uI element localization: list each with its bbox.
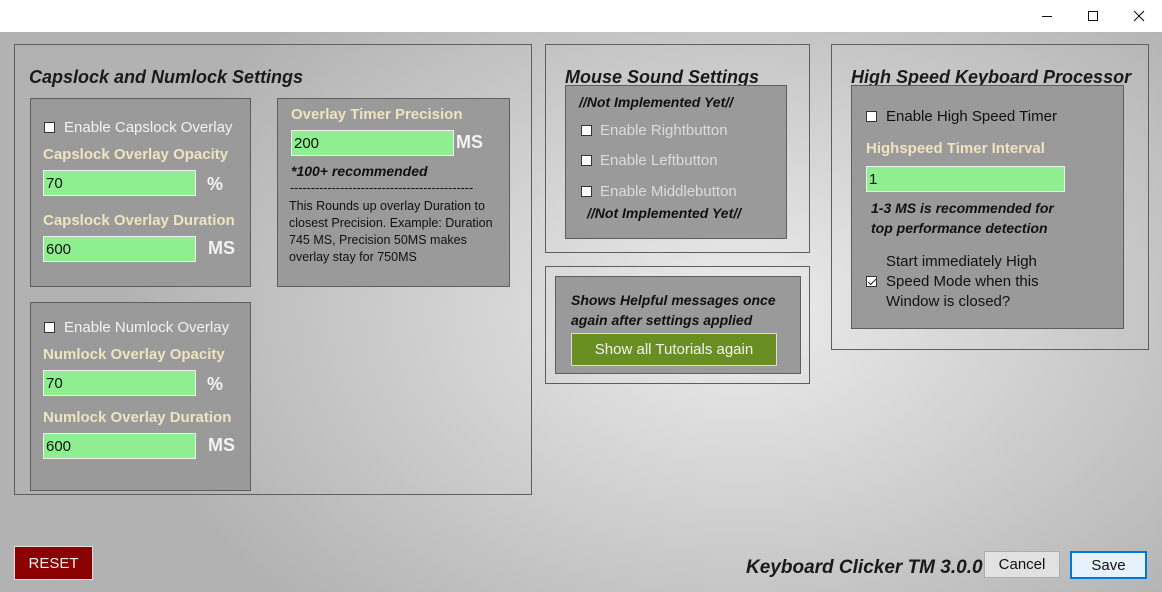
interval-recommend-note: 1-3 MS is recommended for top performanc… <box>871 200 1054 236</box>
minimize-button[interactable] <box>1024 0 1070 32</box>
cancel-button[interactable]: Cancel <box>984 551 1060 578</box>
enable-leftbutton-label[interactable]: Enable Leftbutton <box>600 152 718 169</box>
capslock-opacity-label: Capslock Overlay Opacity <box>43 146 229 163</box>
timer-precision-field[interactable]: 200 <box>291 130 454 156</box>
timer-precision-unit: MS <box>456 132 483 152</box>
mouse-sound-panel: Mouse Sound Settings //Not Implemented Y… <box>545 44 810 253</box>
tutorials-message: Shows Helpful messages once again after … <box>571 292 776 328</box>
enable-middlebutton-checkbox[interactable] <box>581 186 592 197</box>
numlock-duration-label: Numlock Overlay Duration <box>43 409 232 426</box>
enable-high-speed-checkbox[interactable] <box>866 111 877 122</box>
enable-capslock-checkbox[interactable] <box>44 122 55 133</box>
numlock-opacity-unit: % <box>207 374 224 394</box>
reset-button[interactable]: RESET <box>14 546 93 580</box>
high-speed-group: Enable High Speed Timer Highspeed Timer … <box>851 85 1124 329</box>
capslock-duration-field[interactable]: 600 <box>43 236 196 262</box>
interval-label: Highspeed Timer Interval <box>866 140 1045 157</box>
tutorials-panel: Shows Helpful messages once again after … <box>545 266 810 384</box>
high-speed-panel: High Speed Keyboard Processor Enable Hig… <box>831 44 1149 350</box>
numlock-opacity-label: Numlock Overlay Opacity <box>43 346 225 363</box>
show-tutorials-button[interactable]: Show all Tutorials again <box>571 333 777 366</box>
title-bar <box>0 0 1162 32</box>
timer-precision-label: Overlay Timer Precision <box>291 106 463 123</box>
enable-high-speed-label[interactable]: Enable High Speed Timer <box>886 108 1057 125</box>
enable-leftbutton-checkbox[interactable] <box>581 155 592 166</box>
enable-capslock-label[interactable]: Enable Capslock Overlay <box>64 119 232 136</box>
close-button[interactable] <box>1116 0 1162 32</box>
numlock-group: Enable Numlock Overlay Numlock Overlay O… <box>30 302 251 491</box>
interval-field[interactable]: 1 <box>866 166 1065 192</box>
capslock-duration-label: Capslock Overlay Duration <box>43 212 235 229</box>
settings-window: Capslock and Numlock Settings Enable Cap… <box>0 32 1162 592</box>
capslock-group: Enable Capslock Overlay Capslock Overlay… <box>30 98 251 287</box>
save-button[interactable]: Save <box>1070 551 1147 579</box>
timer-precision-group: Overlay Timer Precision 200 MS *100+ rec… <box>277 98 510 287</box>
panel-title: Capslock and Numlock Settings <box>29 67 304 87</box>
maximize-icon <box>1088 11 1098 21</box>
enable-rightbutton-checkbox[interactable] <box>581 125 592 136</box>
not-implemented-notice-top: //Not Implemented Yet// <box>579 94 734 110</box>
start-high-speed-checkbox[interactable] <box>866 276 877 287</box>
app-name: Keyboard Clicker TM 3.0.0 <box>746 557 983 578</box>
close-icon <box>1133 10 1145 22</box>
start-high-speed-label[interactable]: Start immediately High Speed Mode when t… <box>886 252 1071 312</box>
enable-rightbutton-label[interactable]: Enable Rightbutton <box>600 122 728 139</box>
numlock-opacity-field[interactable]: 70 <box>43 370 196 396</box>
enable-numlock-checkbox[interactable] <box>44 322 55 333</box>
tutorials-group: Shows Helpful messages once again after … <box>555 276 801 374</box>
capslock-opacity-unit: % <box>207 174 224 194</box>
maximize-button[interactable] <box>1070 0 1116 32</box>
timer-description: This Rounds up overlay Duration to close… <box>289 199 493 264</box>
timer-divider: ----------------------------------------… <box>290 181 474 195</box>
minimize-icon <box>1042 16 1052 17</box>
capslock-numlock-panel: Capslock and Numlock Settings Enable Cap… <box>14 44 532 495</box>
enable-middlebutton-label[interactable]: Enable Middlebutton <box>600 183 737 200</box>
enable-numlock-label[interactable]: Enable Numlock Overlay <box>64 319 229 336</box>
timer-recommend-note: *100+ recommended <box>291 163 428 179</box>
capslock-duration-unit: MS <box>208 238 235 258</box>
numlock-duration-field[interactable]: 600 <box>43 433 196 459</box>
mouse-sound-group: //Not Implemented Yet// Enable Rightbutt… <box>565 85 787 239</box>
numlock-duration-unit: MS <box>208 435 235 455</box>
not-implemented-notice-bottom: //Not Implemented Yet// <box>587 205 742 221</box>
capslock-opacity-field[interactable]: 70 <box>43 170 196 196</box>
